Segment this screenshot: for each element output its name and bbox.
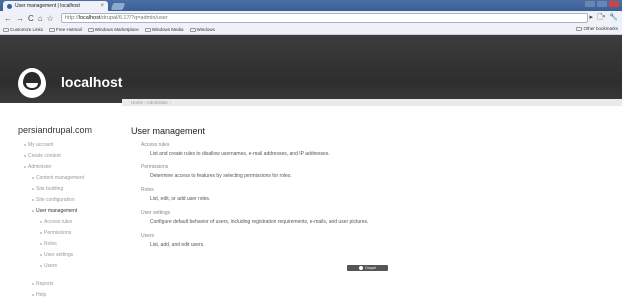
bookmark-item[interactable]: Windows Media xyxy=(144,27,184,32)
forward-icon[interactable]: → xyxy=(16,14,24,23)
address-bar[interactable]: http://localhost/drupal/6.17/?q=admin/us… xyxy=(61,13,588,23)
sidebar-item-reports[interactable]: Reports xyxy=(32,281,54,287)
bookmark-item[interactable]: Windows xyxy=(189,27,215,32)
page-icon xyxy=(87,27,94,32)
minimize-button[interactable] xyxy=(585,1,595,7)
section-description: List, add, and edit users. xyxy=(150,242,205,248)
sidebar-item-users[interactable]: Users xyxy=(40,263,57,269)
site-name-link[interactable]: localhost xyxy=(61,74,122,90)
page-icon[interactable]: 🗋▾ xyxy=(597,13,605,24)
sidebar-item-site-configuration[interactable]: Site configuration xyxy=(32,197,75,203)
bullet-icon xyxy=(40,254,42,256)
other-bookmarks[interactable]: Other bookmarks xyxy=(576,26,618,31)
sidebar-title: persiandrupal.com xyxy=(18,125,93,135)
bullet-icon xyxy=(32,188,34,190)
tab-close-icon[interactable]: × xyxy=(100,3,104,9)
page-icon xyxy=(3,27,9,32)
tab-title: User management | localhost xyxy=(15,3,80,9)
bookmark-star-icon[interactable]: ☆ xyxy=(47,14,54,23)
bullet-icon xyxy=(40,221,42,223)
page-title: User management xyxy=(131,126,206,136)
sidebar-item-roles[interactable]: Roles xyxy=(40,241,57,247)
bullet-icon xyxy=(32,177,34,179)
section-link-roles[interactable]: Roles xyxy=(141,187,154,193)
home-icon[interactable]: ⌂ xyxy=(38,14,43,23)
toolbar-right: ▸ 🗋▾ 🔧 xyxy=(590,13,618,24)
bookmark-item[interactable]: Free Hotmail xyxy=(49,27,82,32)
sidebar-item-user-management[interactable]: User management xyxy=(32,208,77,214)
sidebar-item-create-content[interactable]: Create content xyxy=(24,153,61,159)
drupal-drop-icon xyxy=(359,266,364,270)
bullet-icon xyxy=(24,166,26,168)
bullet-icon xyxy=(24,155,26,157)
breadcrumb[interactable]: Home › Administer › xyxy=(131,99,171,106)
sidebar-item-administer[interactable]: Administer xyxy=(24,164,52,170)
url-path: /drupal/6.17/?q=admin/user xyxy=(100,15,168,21)
url-prefix: http:// xyxy=(65,15,79,21)
bullet-icon xyxy=(32,283,34,285)
bullet-icon xyxy=(40,265,42,267)
sidebar-item-content-management[interactable]: Content management xyxy=(32,175,84,181)
bullet-icon xyxy=(24,144,26,146)
tab-strip: User management | localhost × xyxy=(0,0,622,11)
folder-icon xyxy=(576,26,583,31)
bookmark-item[interactable]: Windows Marketplace xyxy=(87,27,139,32)
bullet-icon xyxy=(40,243,42,245)
section-link-permissions[interactable]: Permissions xyxy=(141,164,168,170)
bookmark-item[interactable]: Customize Links xyxy=(3,27,43,32)
sidebar-item-site-building[interactable]: Site building xyxy=(32,186,63,192)
maximize-button[interactable] xyxy=(597,1,607,7)
section-description: Configure default behavior of users, inc… xyxy=(150,219,369,225)
section-link-user-settings[interactable]: User settings xyxy=(141,210,170,216)
bullet-icon xyxy=(32,199,34,201)
url-host: localhost xyxy=(78,15,101,21)
sidebar-item-access-rules[interactable]: Access rules xyxy=(40,219,72,225)
page-icon xyxy=(49,27,56,32)
reload-icon[interactable]: C xyxy=(28,14,34,23)
section-description: List, edit, or add user roles. xyxy=(150,196,211,202)
bullet-icon xyxy=(32,294,34,296)
page-icon xyxy=(144,27,151,32)
section-link-access-rules[interactable]: Access rules xyxy=(141,142,169,148)
window-controls xyxy=(585,1,619,7)
section-description: Determine access to features by selectin… xyxy=(150,173,292,179)
bullet-icon xyxy=(40,232,42,234)
sidebar-item-help[interactable]: Help xyxy=(32,292,46,298)
breadcrumb-bar xyxy=(122,99,622,106)
browser-tab[interactable]: User management | localhost × xyxy=(3,1,108,11)
section-description: List and create rules to disallow userna… xyxy=(150,151,330,157)
back-icon[interactable]: ← xyxy=(4,14,12,23)
section-link-users[interactable]: Users xyxy=(141,233,154,239)
bookmarks-bar: Customize Links Free Hotmail Windows Mar… xyxy=(0,25,622,35)
drupal-logo-icon[interactable] xyxy=(18,68,46,98)
sidebar-item-user-settings[interactable]: User settings xyxy=(40,252,73,258)
powered-by-drupal-badge[interactable]: Drupal xyxy=(347,265,388,271)
bullet-icon xyxy=(32,210,34,212)
site-header xyxy=(0,35,622,103)
page-icon xyxy=(189,27,196,32)
sidebar-item-my-account[interactable]: My account xyxy=(24,142,54,148)
sidebar-item-permissions[interactable]: Permissions xyxy=(40,230,71,236)
badge-label: Drupal xyxy=(365,266,376,270)
page-menu-icon[interactable]: ▸ xyxy=(590,13,594,24)
new-tab-button[interactable] xyxy=(110,3,126,10)
browser-window: User management | localhost × ← → C ⌂ ☆ … xyxy=(0,0,622,307)
drupal-favicon-icon xyxy=(7,3,12,9)
close-window-button[interactable] xyxy=(609,1,619,7)
sidebar xyxy=(0,106,119,307)
wrench-icon[interactable]: 🔧 xyxy=(609,13,618,24)
